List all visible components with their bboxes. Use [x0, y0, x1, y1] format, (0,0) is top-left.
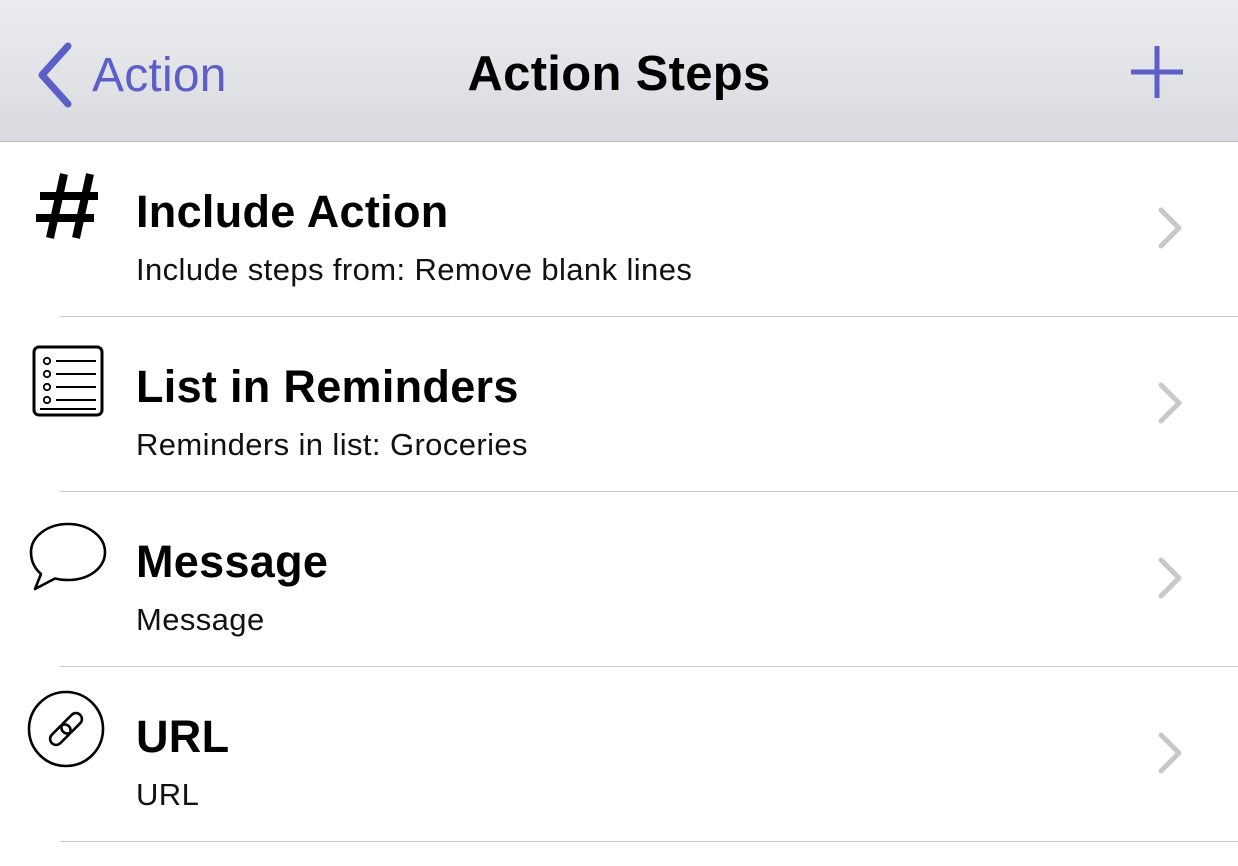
row-separator	[60, 841, 1238, 842]
action-steps-list: Include Action Include steps from: Remov…	[0, 142, 1238, 842]
list-item-message[interactable]: Message Message	[0, 492, 1238, 667]
chevron-right-icon	[1156, 381, 1184, 425]
link-icon	[26, 689, 110, 773]
step-subtitle: URL	[136, 777, 200, 812]
chevron-right-icon	[1156, 206, 1184, 250]
step-title: URL	[136, 711, 230, 762]
chevron-right-icon	[1156, 731, 1184, 775]
plus-icon	[1131, 46, 1183, 98]
list-item-list-in-reminders[interactable]: List in Reminders Reminders in list: Gro…	[0, 317, 1238, 492]
step-subtitle: Reminders in list: Groceries	[136, 427, 528, 462]
step-subtitle: Include steps from: Remove blank lines	[136, 252, 693, 287]
page-title: Action Steps	[467, 47, 771, 101]
navigation-bar: Action Action Steps	[0, 0, 1238, 142]
hash-icon	[26, 164, 110, 248]
list-icon	[26, 339, 110, 423]
list-item-include-action[interactable]: Include Action Include steps from: Remov…	[0, 142, 1238, 317]
step-title: Message	[136, 536, 329, 587]
add-step-button[interactable]	[1124, 40, 1190, 106]
step-title: List in Reminders	[136, 361, 519, 412]
step-subtitle: Message	[136, 602, 265, 637]
speech-bubble-icon	[26, 514, 110, 598]
step-title: Include Action	[136, 186, 449, 237]
chevron-right-icon	[1156, 556, 1184, 600]
list-item-url[interactable]: URL URL	[0, 667, 1238, 842]
